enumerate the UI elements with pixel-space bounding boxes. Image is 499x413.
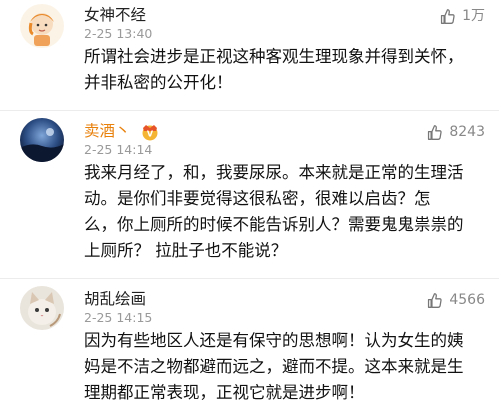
comment-line: 因为有些地区人还是有保守的思想啊！认为女生的姨 (84, 331, 464, 350)
username[interactable]: 女神不经 (84, 4, 146, 26)
comment-line: 动。是你们非要觉得这很私密，很难以启齿？怎 (84, 189, 431, 208)
timestamp: 2-25 13:40 (84, 26, 153, 41)
comment-line: 理期都正常表现，正视它就是进步啊！ (84, 383, 365, 402)
thumbs-up-icon (428, 124, 443, 140)
like-count: 8243 (449, 124, 485, 140)
comment-line: 我来月经了，和，我要尿尿。本来就是正常的生理活 (84, 163, 464, 182)
avatar[interactable] (20, 118, 64, 162)
timestamp: 2-25 14:15 (84, 310, 153, 325)
username[interactable]: 胡乱绘画 (84, 288, 146, 310)
like-count: 4566 (449, 292, 485, 308)
like-button[interactable]: 1万 (439, 6, 485, 26)
comment-line: 所谓社会进步是正视这种客观生理现象并得到关怀， (84, 47, 464, 66)
username: 卖酒丶 V (84, 120, 161, 142)
comment-line: 并非私密的公开化！ (84, 73, 233, 92)
vip-badge-icon: V (142, 124, 158, 140)
like-button[interactable]: 4566 (426, 290, 485, 310)
comment-item: 女神不经 2-25 13:40 1万 所谓社会进步是正视这种客观生理现象并得到关… (0, 0, 499, 110)
avatar[interactable] (20, 286, 64, 330)
comment-item: 胡乱绘画 2-25 14:15 4566 因为有些地区人还是有保守的思想啊！认为… (0, 278, 499, 413)
comment-text: 所谓社会进步是正视这种客观生理现象并得到关怀， 并非私密的公开化！ (84, 44, 491, 96)
comment-text: 我来月经了，和，我要尿尿。本来就是正常的生理活 动。是你们非要觉得这很私密，很难… (84, 160, 491, 264)
comment-item: 卖酒丶 V 2-25 14:14 8243 我来月经了，和，我要尿尿。本来就是正… (0, 110, 499, 278)
thumbs-up-icon (440, 8, 455, 24)
comment-text: 因为有些地区人还是有保守的思想啊！认为女生的姨 妈是不洁之物都避而远之，避而不提… (84, 328, 491, 406)
comment-line: 妈是不洁之物都避而远之，避而不提。这本来就是生 (84, 357, 464, 376)
svg-text:V: V (147, 129, 154, 138)
thumbs-up-icon (428, 292, 443, 308)
like-count: 1万 (462, 8, 485, 24)
username-link[interactable]: 卖酒丶 (84, 122, 131, 140)
like-button[interactable]: 8243 (426, 122, 485, 142)
comment-line: 上厕所？ 拉肚子也不能说？ (84, 241, 288, 260)
avatar[interactable] (20, 4, 64, 48)
timestamp: 2-25 14:14 (84, 142, 153, 157)
comment-line: 么，你上厕所的时候不能告诉别人？需要鬼鬼祟祟的 (84, 215, 464, 234)
